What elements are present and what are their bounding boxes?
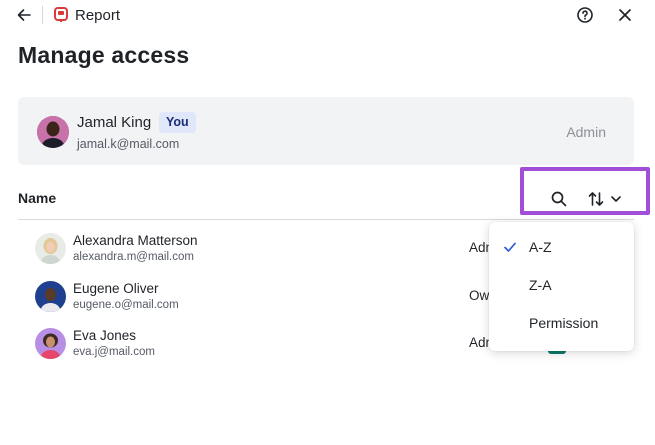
arrow-left-icon [17, 9, 31, 21]
avatar [35, 328, 66, 359]
sort-option-a-z[interactable]: A-Z [489, 230, 634, 266]
help-circle-icon[interactable] [576, 6, 594, 24]
back-button[interactable] [14, 5, 34, 25]
sort-option-label: A-Z [529, 239, 552, 255]
sort-button[interactable] [587, 190, 627, 208]
search-icon[interactable] [550, 190, 568, 208]
close-icon[interactable] [616, 6, 634, 24]
top-bar: Report [0, 0, 655, 32]
sort-arrows-icon [588, 192, 604, 206]
sort-option-label: Z-A [529, 277, 552, 293]
list-divider [18, 219, 634, 220]
chevron-down-icon [611, 196, 621, 202]
current-user-card: Jamal King You jamal.k@mail.com Admin [18, 97, 634, 165]
member-email: alexandra.m@mail.com [73, 251, 194, 263]
member-name: Eva Jones [73, 328, 137, 343]
header-divider [42, 6, 43, 24]
current-user-name: Jamal King [77, 114, 152, 131]
current-user-role: Admin [566, 124, 606, 140]
sort-option-label: Permission [529, 315, 599, 331]
sort-option-permission[interactable]: Permission [489, 306, 634, 342]
avatar [35, 233, 66, 264]
name-column-header: Name [18, 190, 57, 206]
checkmark-icon [504, 242, 516, 252]
member-name: Eugene Oliver [73, 281, 159, 296]
sort-menu: A-Z Z-A Permission [489, 222, 634, 351]
member-role[interactable]: Ow [469, 288, 489, 303]
you-badge: You [159, 112, 196, 133]
current-user-email: jamal.k@mail.com [77, 137, 180, 151]
focus-outline [520, 167, 650, 215]
report-icon [54, 7, 68, 22]
member-email: eugene.o@mail.com [73, 299, 179, 311]
member-name: Alexandra Matterson [73, 233, 198, 248]
member-email: eva.j@mail.com [73, 346, 155, 358]
sort-option-z-a[interactable]: Z-A [489, 268, 634, 304]
app-title: Report [75, 7, 121, 24]
avatar [35, 281, 66, 312]
page-title: Manage access [18, 42, 190, 68]
avatar [37, 116, 69, 148]
